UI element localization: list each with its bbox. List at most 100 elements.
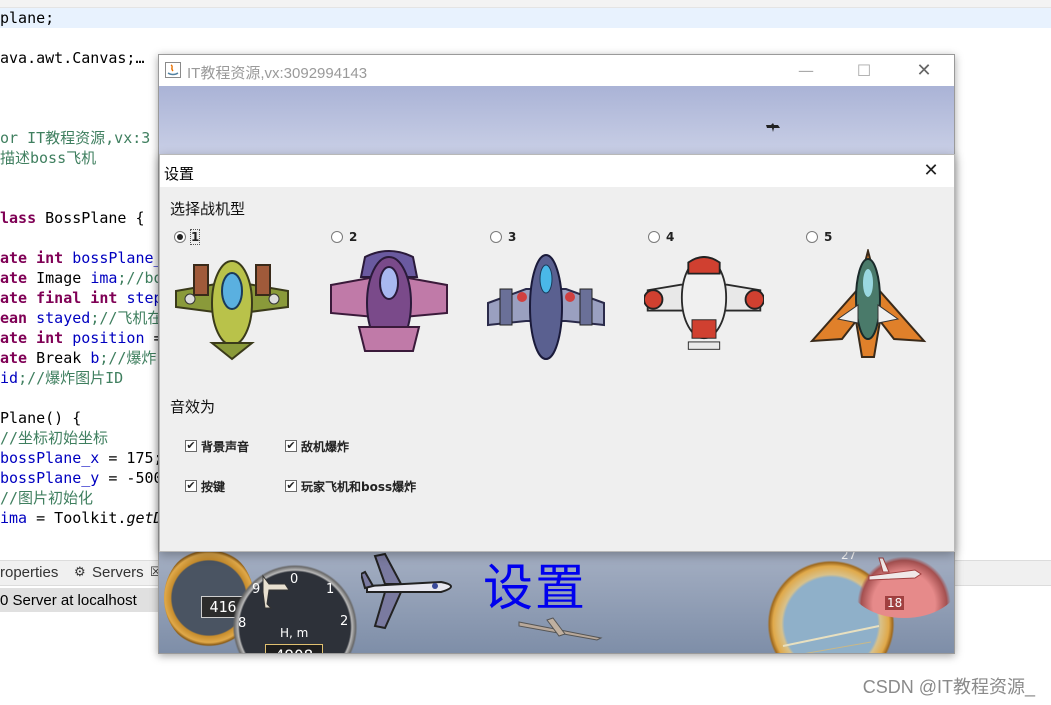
checkbox-label-key-press[interactable]: 按键 (201, 478, 225, 495)
code-line: //坐标初始坐标 (0, 428, 108, 448)
code-token: ate int (0, 329, 73, 347)
code-line: ate Break b;//爆炸 (0, 348, 156, 368)
tab-servers[interactable]: Servers (92, 564, 144, 581)
code-line: Plane() { (0, 408, 81, 428)
checkbox-background-sound[interactable]: ✔ (185, 440, 197, 452)
java-app-icon (165, 62, 181, 78)
code-token: ;//bo (117, 269, 163, 287)
player-plane-icon (361, 552, 452, 630)
code-token: Image (36, 269, 91, 287)
code-token: plane; (0, 9, 55, 27)
code-token: stayed (36, 309, 91, 327)
code-line: ean stayed;//飞机在 (0, 308, 162, 328)
code-token: ima (90, 269, 118, 287)
code-line: 描述boss飞机 (0, 148, 96, 168)
checkbox-label-player-boss-explosion[interactable]: 玩家飞机和boss爆炸 (301, 478, 416, 495)
game-window-titlebar[interactable]: IT教程资源,vx:3092994143 — ☐ ✕ (159, 55, 954, 86)
checkbox-enemy-explosion[interactable]: ✔ (285, 440, 297, 452)
plane-green-icon[interactable] (172, 251, 292, 363)
status-plane-icon (868, 557, 922, 581)
plane-radio-2[interactable] (331, 231, 343, 243)
altitude-readout: 4908 (265, 644, 323, 653)
code-token: ima (0, 509, 28, 527)
code-token: ate (0, 349, 37, 367)
plane-blue-icon[interactable] (486, 249, 606, 361)
plane-radio-label-3[interactable]: 3 (508, 230, 516, 244)
checkbox-key-press[interactable]: ✔ (185, 480, 197, 492)
code-token: = Toolkit. (27, 509, 127, 527)
code-token: 描述boss飞机 (0, 149, 97, 167)
plane-radio-label-5[interactable]: 5 (824, 230, 832, 244)
code-token: bossPlane_ (72, 249, 163, 267)
gauge-tick-label: 8 (238, 616, 247, 631)
code-line: lass BossPlane { (0, 208, 145, 228)
settings-dialog-titlebar[interactable]: 设置 ✕ (160, 155, 954, 187)
code-token: … (135, 49, 145, 67)
settings-dialog-title: 设置 (164, 165, 195, 183)
code-token: ate int (0, 249, 73, 267)
code-line: ava.awt.Canvas;… (0, 48, 145, 68)
code-token: bossPlane_x (0, 449, 100, 467)
maximize-button[interactable]: ☐ (841, 55, 887, 86)
code-token: ate final int (0, 289, 127, 307)
server-list-item[interactable]: 0 Server at localhost (0, 592, 137, 609)
code-line: bossPlane_y = -500 (0, 468, 163, 488)
minimize-button[interactable]: — (783, 55, 829, 86)
plane-white-red-icon[interactable] (644, 249, 764, 361)
tiny-plane-icon (766, 123, 780, 132)
tab-properties[interactable]: roperties (0, 564, 58, 581)
csdn-watermark: CSDN @IT教程资源_ (862, 677, 1035, 697)
code-line: ate int position = (0, 328, 163, 348)
plane-radio-1[interactable] (174, 231, 186, 243)
code-line: ate int bossPlane_ (0, 248, 163, 268)
dialog-close-button[interactable]: ✕ (908, 155, 954, 187)
sound-effects-label: 音效为 (170, 398, 216, 416)
plane-radio-label-2[interactable]: 2 (349, 230, 357, 244)
gauge-tick-label: 2 (340, 614, 349, 629)
window-close-button[interactable]: ✕ (901, 55, 947, 86)
plane-radio-5[interactable] (806, 231, 818, 243)
plane-radio-label-1[interactable]: 1 (189, 229, 201, 245)
code-token: ;//爆炸图片ID (18, 369, 124, 387)
code-line: id;//爆炸图片ID (0, 368, 123, 388)
code-line: //图片初始化 (0, 488, 93, 508)
code-token: Break (36, 349, 91, 367)
altitude-plane-icon (262, 574, 290, 609)
game-window-title: IT教程资源,vx:3092994143 (187, 65, 368, 82)
altitude-label: H, m (280, 626, 309, 640)
code-token: BossPlane { (45, 209, 145, 227)
checkbox-label-background-sound[interactable]: 背景声音 (201, 438, 249, 455)
checkbox-player-boss-explosion[interactable]: ✔ (285, 480, 297, 492)
settings-dialog[interactable]: 设置 ✕ 选择战机型 1 2 3 4 5 音效为 ✔ 背景声音 ✔ 敌机爆炸 ✔… (159, 154, 955, 552)
code-token: b (90, 349, 100, 367)
code-token: ;//飞机在 (90, 309, 163, 327)
code-line: ima = Toolkit.getD (0, 508, 163, 528)
gauge-needle-lines (782, 625, 880, 653)
enemy-plane-icon (518, 617, 603, 641)
plane-type-label: 选择战机型 (170, 200, 246, 218)
code-token: //坐标初始坐标 (0, 429, 109, 447)
plane-radio-3[interactable] (490, 231, 502, 243)
code-token: id (0, 369, 19, 387)
code-line: ate Image ima;//bo (0, 268, 163, 288)
code-token: //图片初始化 (0, 489, 94, 507)
code-token: lass (0, 209, 46, 227)
plane-orange-icon[interactable] (808, 249, 928, 361)
code-token: Plane() { (0, 409, 82, 427)
code-token: bossPlane_y (0, 469, 100, 487)
code-line: plane; (0, 8, 1051, 28)
code-token: ate (0, 269, 37, 287)
plane-radio-4[interactable] (648, 231, 660, 243)
code-line: ate final int step (0, 288, 163, 308)
code-line: bossPlane_x = 175; (0, 448, 163, 468)
code-token: ava.awt.Canvas; (0, 49, 136, 67)
plane-purple-icon[interactable] (329, 247, 449, 359)
code-line: or IT教程资源,vx:3 (0, 128, 150, 148)
gauge-tick-label: 1 (326, 582, 335, 597)
plane-radio-label-4[interactable]: 4 (666, 230, 674, 244)
checkbox-label-enemy-explosion[interactable]: 敌机爆炸 (301, 438, 349, 455)
code-token: = -500 (99, 469, 163, 487)
code-token: ;//爆炸 (99, 349, 157, 367)
code-token: = 175; (99, 449, 163, 467)
code-token: position (72, 329, 145, 347)
